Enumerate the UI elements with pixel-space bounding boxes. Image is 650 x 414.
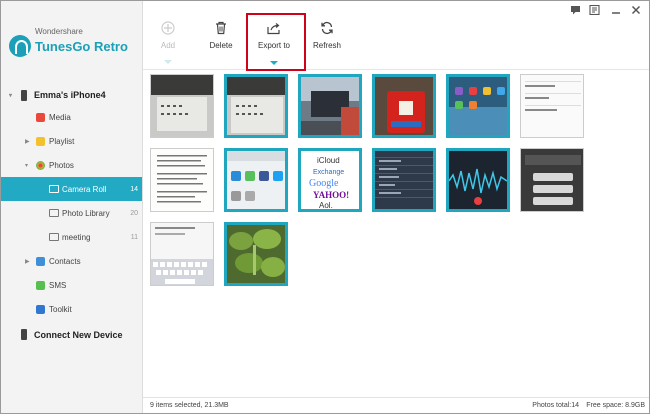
sidebar-item-camera-roll[interactable]: Camera Roll 14 <box>1 177 142 201</box>
sidebar-item-label: Camera Roll <box>62 184 107 194</box>
feedback-icon[interactable] <box>589 4 600 18</box>
photo-thumbnail[interactable] <box>520 74 584 138</box>
app-window: Wondershare TunesGo Retro ▾ Emma's iPhon… <box>0 0 650 414</box>
sidebar-item-label: Toolkit <box>49 304 72 314</box>
refresh-icon <box>319 21 335 35</box>
google-label: Google <box>309 178 339 189</box>
sidebar-item-label: meeting <box>62 232 91 242</box>
device-item[interactable]: ▾ Emma's iPhone4 <box>1 85 142 105</box>
sidebar: Wondershare TunesGo Retro ▾ Emma's iPhon… <box>1 1 143 413</box>
refresh-label: Refresh <box>312 41 341 50</box>
photo-thumbnail[interactable] <box>150 148 214 212</box>
expand-arrow-icon[interactable]: ▾ <box>9 92 12 99</box>
delete-label: Delete <box>209 41 233 50</box>
connect-label: Connect New Device <box>34 330 123 340</box>
yahoo-label: YAHOO! <box>313 190 349 200</box>
camera-roll-icon <box>49 185 59 193</box>
selection-status: 9 items selected, 21.3MB <box>150 402 229 409</box>
photo-grid: iCloud Exchange Google YAHOO! Aol. <box>150 74 640 394</box>
photo-thumbnail[interactable] <box>150 222 214 286</box>
item-count: 11 <box>130 233 138 241</box>
photo-thumbnail-selected[interactable] <box>224 148 288 212</box>
sidebar-item-label: Media <box>49 112 71 122</box>
free-space: Free space: 8.9GB <box>586 402 645 409</box>
photo-thumbnail-selected[interactable] <box>446 148 510 212</box>
add-label: Add <box>160 41 176 50</box>
exchange-label: Exchange <box>313 169 344 176</box>
phone-icon <box>21 329 27 340</box>
photo-library-icon <box>49 209 59 217</box>
expand-arrow-icon[interactable]: ▾ <box>25 162 28 169</box>
sidebar-item-label: SMS <box>49 280 67 290</box>
sidebar-item-label: Contacts <box>49 256 81 266</box>
brand-product: TunesGo Retro <box>35 39 128 54</box>
collapsed-arrow-icon[interactable]: ▶ <box>25 258 30 265</box>
sidebar-item-label: Photos <box>49 160 74 170</box>
close-icon[interactable] <box>631 5 641 18</box>
sidebar-item-contacts[interactable]: ▶ Contacts <box>1 249 142 273</box>
aol-label: Aol. <box>319 201 333 209</box>
toolkit-icon <box>36 304 45 314</box>
contacts-icon <box>36 256 45 266</box>
photo-thumbnail-selected[interactable]: iCloud Exchange Google YAHOO! Aol. <box>298 148 362 212</box>
add-button[interactable]: Add <box>143 21 193 64</box>
item-count: 14 <box>130 185 138 193</box>
trash-icon <box>213 21 229 35</box>
status-bar: 9 items selected, 21.3MB Photos total:14… <box>143 397 649 413</box>
photo-thumbnail-selected[interactable] <box>298 74 362 138</box>
icloud-label: iCloud <box>317 156 340 165</box>
item-count: 20 <box>130 209 138 217</box>
export-highlight-box <box>246 13 306 71</box>
photo-thumbnail[interactable] <box>520 148 584 212</box>
tunesgo-logo-icon <box>9 35 31 57</box>
brand-company: Wondershare <box>35 27 83 36</box>
sidebar-item-photos[interactable]: ▾ Photos <box>1 153 142 177</box>
photo-thumbnail-selected[interactable] <box>372 74 436 138</box>
photo-thumbnail[interactable] <box>150 74 214 138</box>
minimize-icon[interactable] <box>611 5 621 18</box>
album-icon <box>49 233 59 241</box>
collapsed-arrow-icon[interactable]: ▶ <box>25 138 30 145</box>
photo-thumbnail-selected[interactable] <box>224 222 288 286</box>
playlist-icon <box>36 136 45 146</box>
add-icon <box>160 21 176 35</box>
refresh-button[interactable]: Refresh <box>302 21 352 61</box>
sidebar-item-media[interactable]: Media <box>1 105 142 129</box>
sidebar-item-photo-library[interactable]: Photo Library 20 <box>1 201 142 225</box>
device-tree: ▾ Emma's iPhone4 Media ▶ Playlist ▾ Phot… <box>1 85 142 321</box>
sidebar-item-playlist[interactable]: ▶ Playlist <box>1 129 142 153</box>
app-logo: Wondershare TunesGo Retro <box>9 13 139 63</box>
photo-thumbnail-selected[interactable] <box>372 148 436 212</box>
sidebar-item-toolkit[interactable]: Toolkit <box>1 297 142 321</box>
photo-thumbnail-selected[interactable] <box>224 74 288 138</box>
iphone-icon <box>21 89 27 101</box>
sidebar-item-label: Photo Library <box>62 208 110 218</box>
sidebar-item-label: Playlist <box>49 136 75 146</box>
message-icon[interactable] <box>570 5 581 18</box>
sms-icon <box>36 280 45 290</box>
device-name: Emma's iPhone4 <box>34 90 106 100</box>
photos-icon <box>36 160 45 170</box>
photo-thumbnail-selected[interactable] <box>446 74 510 138</box>
sidebar-item-meeting[interactable]: meeting 11 <box>1 225 142 249</box>
media-icon <box>36 112 45 122</box>
sidebar-item-sms[interactable]: SMS <box>1 273 142 297</box>
connect-new-device[interactable]: Connect New Device <box>1 325 142 345</box>
add-dropdown-arrow-icon[interactable] <box>164 60 172 64</box>
photos-total: Photos total:14 <box>532 402 579 409</box>
delete-button[interactable]: Delete <box>196 21 246 61</box>
